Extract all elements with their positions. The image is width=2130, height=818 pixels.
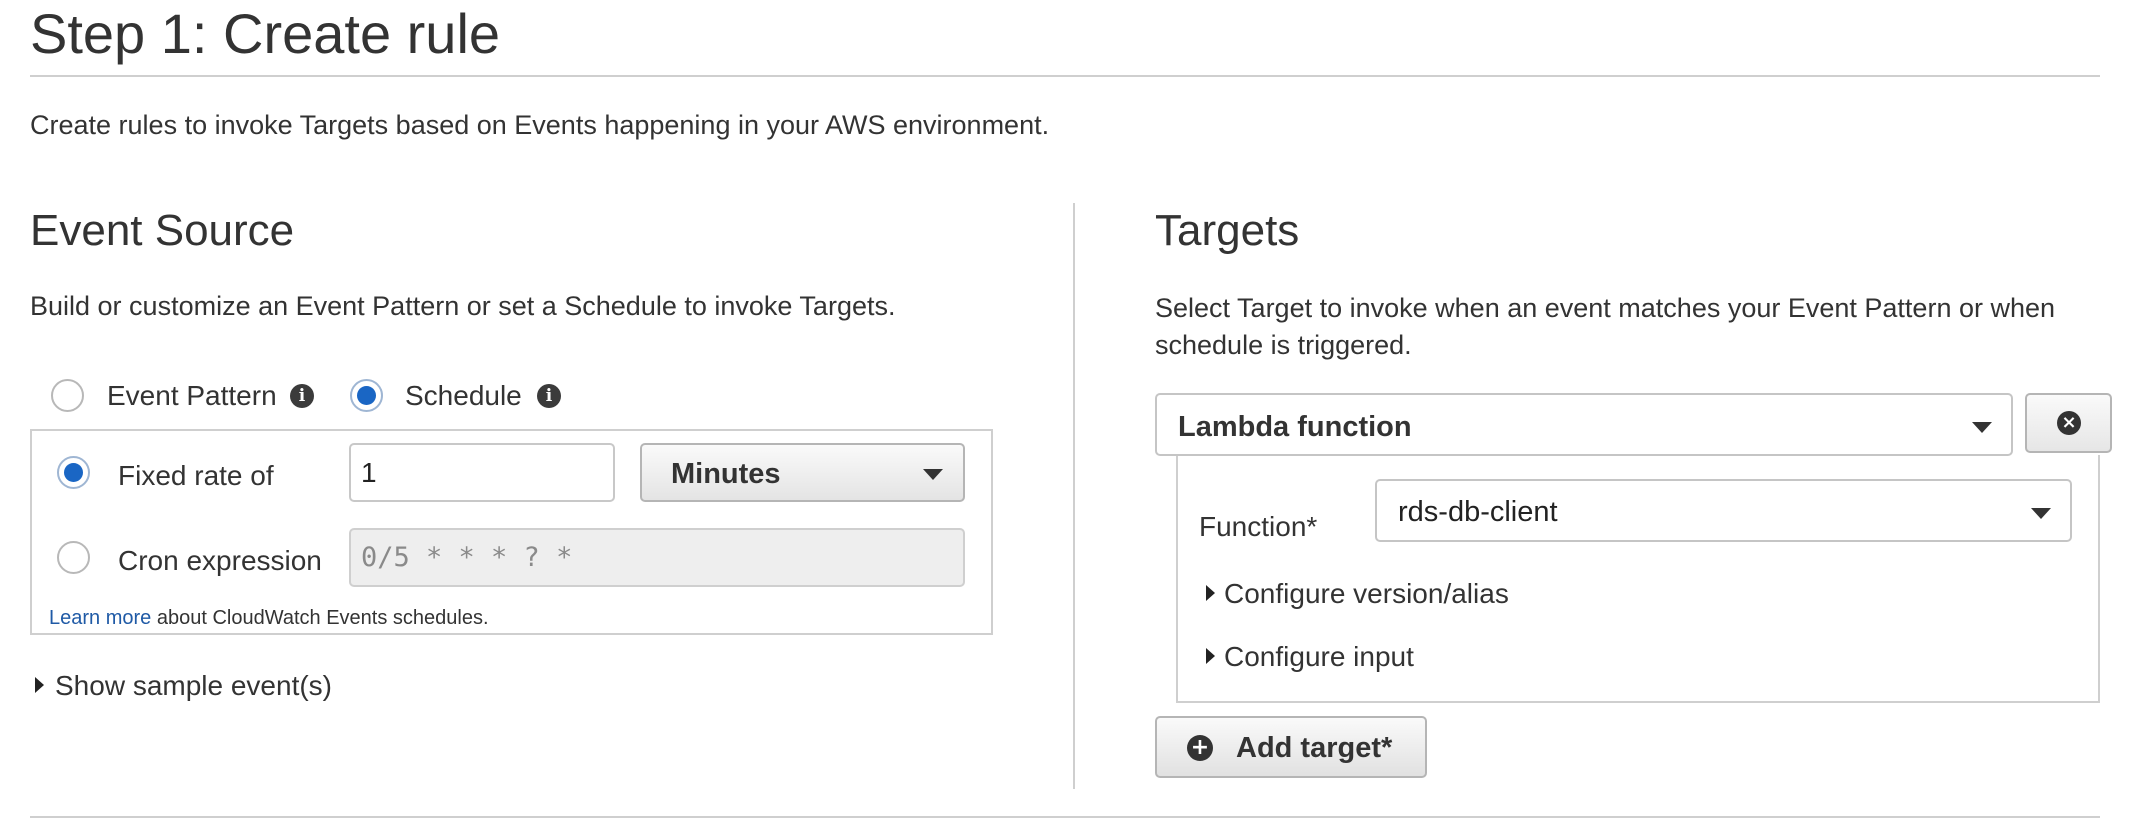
add-target-button[interactable]: + Add target* [1155,716,1427,778]
add-target-label: Add target* [1236,732,1393,764]
cron-label: Cron expression [118,545,322,576]
remove-target-button[interactable]: × [2025,393,2112,453]
show-sample-events-toggle[interactable]: Show sample event(s) [55,669,332,703]
info-icon[interactable]: i [290,384,314,408]
fixed-rate-input[interactable] [349,443,615,502]
function-label: Function* [1199,511,1318,542]
target-type-value: Lambda function [1178,411,1412,443]
learn-more-note: Learn more about CloudWatch Events sched… [49,605,489,631]
chevron-down-icon [923,469,943,480]
configure-version-toggle[interactable]: Configure version/alias [1224,577,1509,611]
triangle-right-icon[interactable] [35,677,44,693]
rate-unit-select[interactable]: Minutes [640,443,965,502]
column-divider [1073,203,1075,789]
targets-title: Targets [1155,206,1300,255]
event-source-description: Build or customize an Event Pattern or s… [30,291,896,321]
fixed-rate-radio[interactable] [57,456,90,489]
schedule-label[interactable]: Schedule [405,379,522,413]
schedule-radio[interactable] [350,379,383,412]
triangle-right-icon[interactable] [1206,648,1215,664]
target-type-select[interactable]: Lambda function [1155,393,2013,456]
function-select[interactable]: rds-db-client [1375,479,2072,542]
targets-description-line2: schedule is triggered. [1155,330,1412,360]
title-divider [30,75,2100,77]
learn-more-link[interactable]: Learn more [49,607,151,629]
learn-more-text: about CloudWatch Events schedules. [156,607,489,629]
plus-circle-icon: + [1187,735,1213,761]
chevron-down-icon [1972,422,1992,433]
function-value: rds-db-client [1398,496,1558,528]
event-pattern-label[interactable]: Event Pattern [107,379,277,413]
cron-expression-input[interactable] [349,528,965,587]
close-circle-icon: × [2057,411,2081,435]
configure-input-toggle[interactable]: Configure input [1224,640,1414,674]
page-intro: Create rules to invoke Targets based on … [30,110,1050,140]
chevron-down-icon [2031,508,2051,519]
info-icon[interactable]: i [537,384,561,408]
page-title: Step 1: Create rule [30,2,501,65]
fixed-rate-label: Fixed rate of [118,460,274,491]
event-source-title: Event Source [30,206,295,255]
triangle-right-icon[interactable] [1206,585,1215,601]
cron-radio[interactable] [57,541,90,574]
targets-description-line1: Select Target to invoke when an event ma… [1155,293,2056,323]
rate-unit-value: Minutes [671,458,781,490]
event-pattern-radio[interactable] [51,379,84,412]
